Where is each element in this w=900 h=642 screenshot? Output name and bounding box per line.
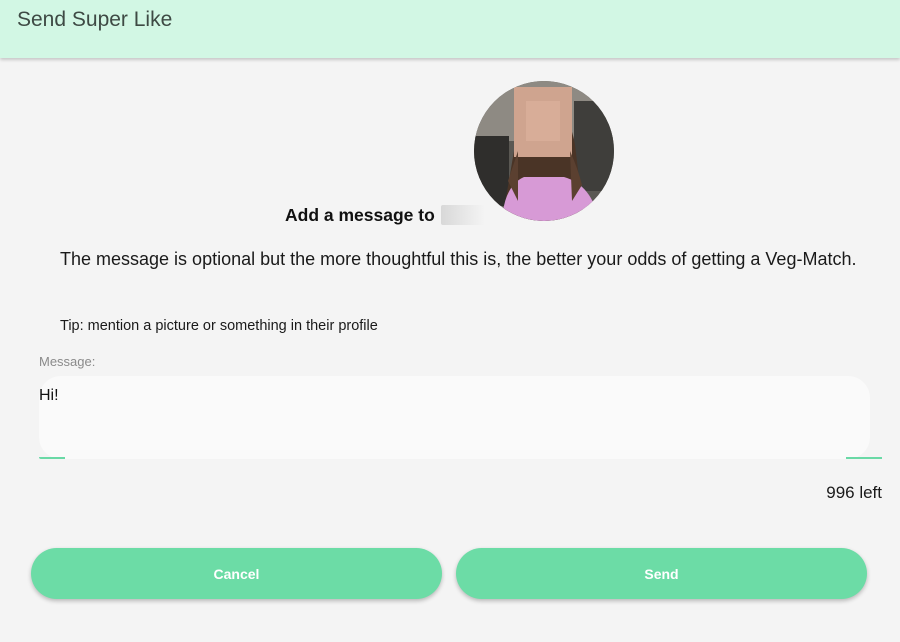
description-text: The message is optional but the more tho… — [60, 249, 857, 269]
page-title: Send Super Like — [17, 8, 173, 31]
recipient-name-redacted — [440, 205, 485, 225]
message-input[interactable]: Hi! — [39, 376, 870, 459]
recipient-heading: Add a message to — [285, 203, 485, 227]
add-message-label: Add a message to — [285, 204, 435, 225]
message-field-label: Message: — [39, 354, 96, 369]
message-input-underline-end — [846, 457, 882, 459]
message-input-value[interactable]: Hi! — [39, 387, 59, 405]
recipient-avatar — [474, 81, 614, 221]
characters-left-counter: 996 left — [826, 483, 882, 502]
send-button[interactable]: Send — [456, 548, 867, 599]
tip-text: Tip: mention a picture or something in t… — [60, 318, 378, 334]
app-bar: Send Super Like — [0, 0, 900, 58]
message-input-underline — [39, 457, 65, 459]
cancel-button[interactable]: Cancel — [31, 548, 442, 599]
